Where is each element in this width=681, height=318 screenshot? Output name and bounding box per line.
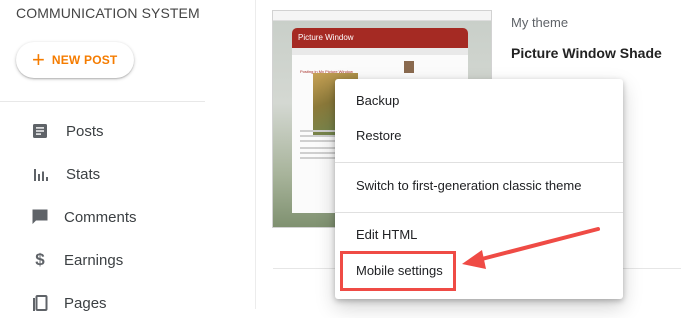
pages-icon — [30, 293, 50, 313]
sidebar-border — [255, 0, 256, 309]
sidebar-item-pages[interactable]: Pages — [0, 288, 205, 318]
preview-sidebar-image — [404, 61, 414, 73]
comments-icon — [30, 207, 50, 227]
menu-item-label: Edit HTML — [356, 227, 418, 242]
preview-browser-bar — [273, 11, 491, 21]
menu-item-switch-classic[interactable]: Switch to first-generation classic theme — [335, 169, 623, 203]
sidebar-divider — [0, 101, 205, 102]
menu-item-restore[interactable]: Restore — [335, 119, 623, 153]
sidebar-item-posts[interactable]: Posts — [0, 116, 205, 146]
app-title: COMMUNICATION SYSTEM — [16, 5, 200, 21]
menu-divider — [335, 212, 623, 213]
sidebar-item-stats[interactable]: Stats — [0, 159, 205, 189]
new-post-button[interactable]: + NEW POST — [16, 42, 134, 78]
preview-text-line — [300, 157, 340, 159]
sidebar-item-label: Earnings — [64, 251, 124, 269]
sidebar-item-comments[interactable]: Comments — [0, 202, 205, 232]
menu-item-label: Switch to first-generation classic theme — [356, 178, 582, 193]
menu-divider — [335, 162, 623, 163]
preview-blog-header: Picture Window — [292, 28, 468, 48]
sidebar-item-label: Posts — [66, 122, 104, 140]
plus-icon: + — [32, 47, 45, 72]
menu-item-label: Restore — [356, 128, 402, 143]
preview-tabs — [292, 48, 468, 60]
posts-icon — [30, 121, 50, 141]
sidebar-item-earnings[interactable]: $ Earnings — [0, 245, 205, 275]
annotation-highlight-box — [340, 251, 456, 291]
stats-icon — [30, 164, 50, 184]
sidebar-item-label: Stats — [66, 165, 101, 183]
new-post-label: NEW POST — [51, 53, 118, 67]
menu-item-backup[interactable]: Backup — [335, 84, 623, 118]
sidebar-item-label: Comments — [64, 208, 137, 226]
theme-name: Picture Window Shade — [511, 45, 662, 61]
menu-item-edit-html[interactable]: Edit HTML — [335, 218, 623, 252]
menu-item-label: Backup — [356, 93, 400, 108]
dollar-icon: $ — [35, 250, 45, 269]
my-theme-label: My theme — [511, 15, 569, 30]
